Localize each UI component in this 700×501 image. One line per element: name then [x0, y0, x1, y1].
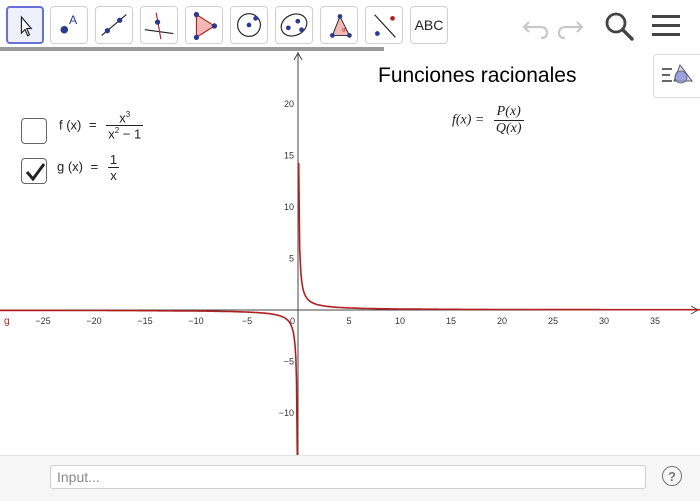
- g-curve: [0, 162, 700, 458]
- checkmark-icon: [25, 163, 46, 182]
- x-tick-label: 35: [650, 316, 660, 326]
- circle-icon: [237, 13, 261, 37]
- point-tool-button[interactable]: A: [50, 6, 88, 44]
- menu-icon[interactable]: [650, 10, 682, 42]
- angle-icon: α: [330, 14, 352, 38]
- text-tool-button[interactable]: ABC: [410, 6, 448, 44]
- perpendicular-tool-button[interactable]: [140, 6, 178, 44]
- x-tick-label: −15: [137, 316, 152, 326]
- g-definition: g (x) = 1 x: [57, 152, 120, 183]
- y-tick-label: 5: [289, 254, 294, 264]
- f-denominator: x2 − 1: [108, 126, 142, 142]
- svg-text:A: A: [69, 13, 78, 27]
- toolbar: A α ABC: [0, 0, 700, 52]
- x-tick-label: 25: [548, 316, 558, 326]
- formula-numerator: P(x): [493, 104, 524, 121]
- style-bar-toggle[interactable]: [653, 54, 700, 98]
- x-tick-label: 20: [497, 316, 507, 326]
- formula-denominator: Q(x): [495, 121, 522, 136]
- help-icon[interactable]: ?: [662, 466, 682, 486]
- toolbar-scrollbar[interactable]: [0, 47, 384, 51]
- cursor-icon: [20, 15, 33, 37]
- general-formula: f(x) = P(x) Q(x): [452, 104, 524, 137]
- g-label: g (x): [57, 158, 83, 174]
- g-curve-label: g: [4, 316, 10, 327]
- search-icon[interactable]: [603, 10, 635, 42]
- redo-icon[interactable]: [555, 10, 587, 42]
- undo-icon[interactable]: [519, 10, 551, 42]
- reflect-tool-button[interactable]: [365, 6, 403, 44]
- input-bar: Input... ?: [0, 455, 700, 501]
- perpendicular-icon: [144, 12, 174, 40]
- ellipse-icon: [280, 13, 308, 37]
- y-tick-label: 10: [284, 202, 294, 212]
- f-label: f (x): [59, 117, 82, 133]
- formula-lhs: f(x) =: [452, 112, 485, 128]
- f-numerator: x3: [106, 110, 144, 127]
- g-denominator: x: [110, 168, 117, 183]
- angle-tool-button[interactable]: α: [320, 6, 358, 44]
- x-tick-label: 15: [446, 316, 456, 326]
- y-tick-label: 20: [284, 99, 294, 109]
- input-field[interactable]: Input...: [50, 465, 646, 489]
- ellipse-tool-button[interactable]: [275, 6, 313, 44]
- polygon-tool-button[interactable]: [185, 6, 223, 44]
- x-tick-label: −10: [188, 316, 203, 326]
- f-definition: f (x) = x3 x2 − 1: [59, 110, 144, 142]
- y-tick-label: 15: [284, 151, 294, 161]
- reflect-icon: [374, 14, 396, 38]
- x-tick-label: 5: [346, 316, 351, 326]
- y-tick-label: −5: [284, 357, 294, 367]
- move-tool-button[interactable]: [6, 6, 44, 44]
- y-tick-label: −10: [279, 408, 294, 418]
- circle-tool-button[interactable]: [230, 6, 268, 44]
- g-visibility-checkbox[interactable]: [21, 158, 47, 184]
- polygon-icon: [193, 11, 218, 40]
- point-icon: A: [60, 13, 78, 34]
- x-tick-label: −25: [35, 316, 50, 326]
- line-icon: [101, 14, 127, 36]
- x-tick-label: −20: [86, 316, 101, 326]
- graphics-style-icon: [662, 63, 693, 84]
- x-tick-label: −5: [242, 316, 252, 326]
- page-title: Funciones racionales: [378, 64, 577, 87]
- svg-text:α: α: [342, 27, 346, 34]
- x-tick-label: 10: [395, 316, 405, 326]
- g-numerator: 1: [107, 152, 120, 168]
- x-tick-label: 30: [599, 316, 609, 326]
- f-visibility-checkbox[interactable]: [21, 118, 47, 144]
- line-tool-button[interactable]: [95, 6, 133, 44]
